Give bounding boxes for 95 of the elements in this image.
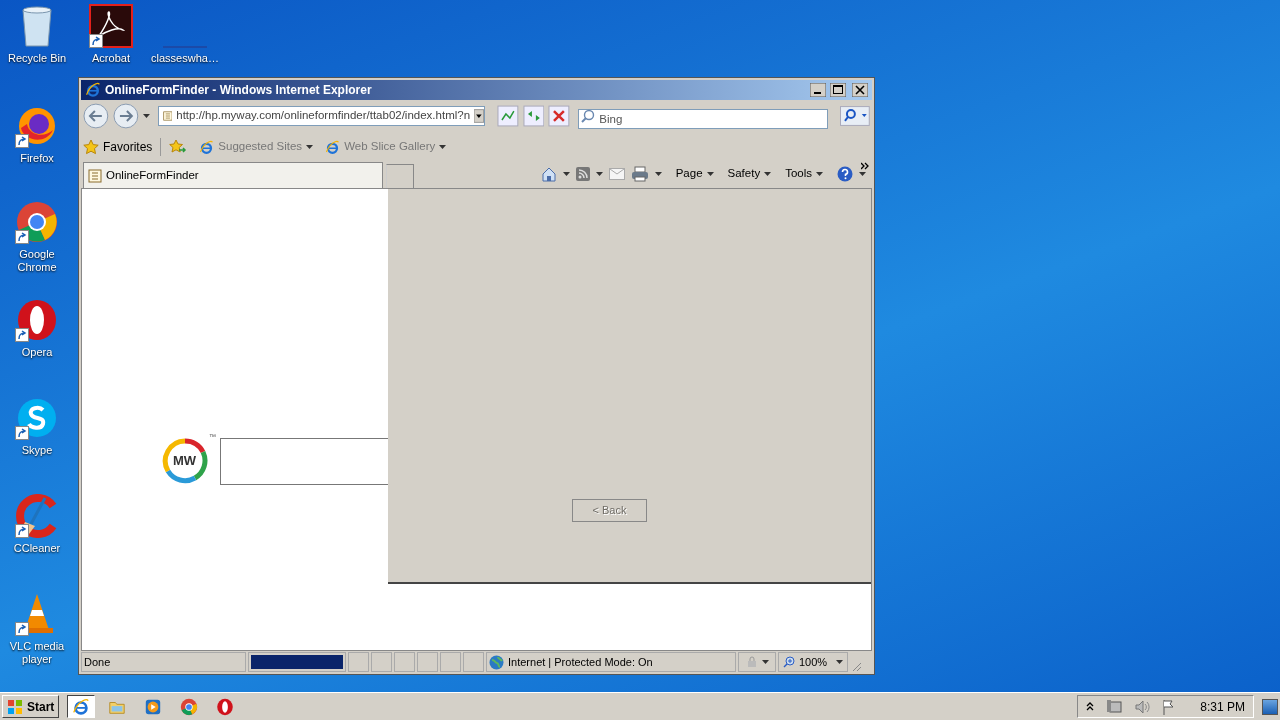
close-icon[interactable]	[852, 83, 868, 97]
help-icon[interactable]	[837, 166, 853, 182]
status-pane	[417, 652, 438, 672]
shortcut-arrow-icon	[15, 426, 29, 440]
dropdown-icon[interactable]	[474, 107, 484, 125]
shortcut-arrow-icon	[89, 34, 103, 48]
desktop-icon-label[interactable]: Google Chrome	[0, 248, 74, 274]
compatibility-icon[interactable]	[496, 105, 519, 127]
shortcut-arrow-icon	[15, 524, 29, 538]
start-button[interactable]: Start	[2, 695, 60, 718]
resize-grip-icon[interactable]	[850, 660, 862, 672]
feed-icon[interactable]	[575, 167, 590, 181]
security-zone[interactable]: Internet | Protected Mode: On	[486, 652, 736, 672]
caret-icon	[439, 145, 447, 149]
internet-explorer-icon	[85, 82, 101, 98]
search-button-icon[interactable]	[840, 106, 870, 126]
desktop-icon-label[interactable]: classeswha…	[151, 52, 219, 65]
back-icon[interactable]	[83, 103, 109, 129]
caret-icon	[764, 172, 772, 176]
printer-icon[interactable]	[630, 166, 649, 182]
desktop-icon-label[interactable]: Firefox	[20, 152, 54, 165]
logo-icon	[162, 438, 208, 484]
home-icon[interactable]	[540, 166, 557, 182]
command-menu[interactable]: Safety	[727, 165, 772, 183]
maximize-icon[interactable]	[830, 83, 846, 97]
skype-icon	[15, 396, 59, 440]
pdf-reader-icon	[89, 4, 133, 48]
globe-icon	[489, 654, 504, 670]
shortcut-arrow-icon	[15, 328, 29, 342]
taskbar-app-button[interactable]	[67, 695, 96, 718]
minimize-icon[interactable]	[810, 83, 826, 97]
shortcut-arrow-icon	[15, 134, 29, 148]
caret-icon	[816, 172, 823, 176]
status-pane	[440, 652, 461, 672]
desktop-icon-label[interactable]: CCleaner	[13, 542, 61, 555]
internet-explorer-icon	[325, 139, 341, 155]
command-menu[interactable]: Page	[675, 165, 714, 183]
status-pane	[394, 652, 415, 672]
zone-text: Internet | Protected Mode: On	[508, 654, 653, 670]
window-title: OnlineFormFinder - Windows Internet Explorer	[105, 82, 373, 99]
favorites-button[interactable]: Favorites	[83, 138, 162, 156]
page-icon	[162, 109, 173, 123]
address-field[interactable]: http://hp.myway.com/onlineformfinder/ttab02/index.html?n	[157, 106, 485, 126]
ccleaner-icon	[15, 494, 59, 538]
windows-logo-icon	[7, 698, 23, 715]
internet-explorer-icon	[72, 697, 91, 716]
forward-icon[interactable]	[112, 103, 139, 129]
media-player-icon	[144, 697, 163, 716]
search-field[interactable]: Bing	[578, 109, 829, 129]
internet-explorer-icon	[199, 139, 215, 155]
caret-icon	[142, 114, 150, 118]
caret-icon	[306, 145, 314, 149]
zoom-icon	[783, 656, 795, 668]
status-pane	[371, 652, 392, 672]
opera-icon	[216, 697, 235, 716]
show-desktop-button[interactable]	[1262, 698, 1278, 715]
lock-icon	[745, 656, 758, 668]
status-pane	[463, 652, 484, 672]
opera-icon	[15, 298, 59, 342]
desktop-icon-label[interactable]: Acrobat	[92, 52, 130, 65]
protected-mode-button[interactable]	[738, 652, 776, 672]
refresh-icon[interactable]	[522, 105, 545, 127]
back-button: < Back	[572, 499, 647, 522]
desktop-icon-label[interactable]: Opera	[21, 346, 53, 359]
page-icon	[88, 168, 102, 183]
desktop-icon-label[interactable]: Recycle Bin	[7, 52, 67, 65]
shortcut-arrow-icon	[15, 622, 29, 636]
chrome-icon	[15, 200, 59, 244]
desktop-icon-label[interactable]: VLC media player	[0, 640, 74, 666]
search-icon	[581, 109, 596, 123]
status-text: Done	[81, 652, 246, 672]
speaker-icon[interactable]	[1134, 698, 1151, 715]
zoom-button[interactable]: 100%	[778, 652, 848, 672]
caret-icon	[706, 172, 714, 176]
caret-icon	[859, 172, 866, 176]
chevron-up-icon[interactable]	[1086, 702, 1095, 711]
stop-icon[interactable]	[548, 105, 571, 127]
caret-icon	[595, 172, 603, 176]
shortcut-arrow-icon	[15, 230, 29, 244]
command-menu[interactable]: Tools	[785, 165, 823, 183]
status-pane	[348, 652, 369, 672]
mail-icon[interactable]	[608, 168, 625, 180]
browser-tab[interactable]: OnlineFormFinder	[83, 162, 383, 188]
caret-icon	[562, 172, 570, 176]
desktop-icon-label[interactable]: Skype	[21, 444, 53, 457]
clock[interactable]: 8:31 PM	[1200, 697, 1245, 716]
network-icon[interactable]	[1106, 698, 1123, 715]
chevron-icon[interactable]	[861, 162, 870, 170]
add-favorite-icon[interactable]	[169, 139, 188, 155]
logo-text: MW	[173, 453, 197, 469]
chrome-icon	[180, 697, 199, 716]
caret-icon	[836, 660, 843, 664]
caret-icon	[654, 172, 662, 176]
star-icon	[83, 139, 99, 155]
caret-icon	[761, 660, 769, 664]
